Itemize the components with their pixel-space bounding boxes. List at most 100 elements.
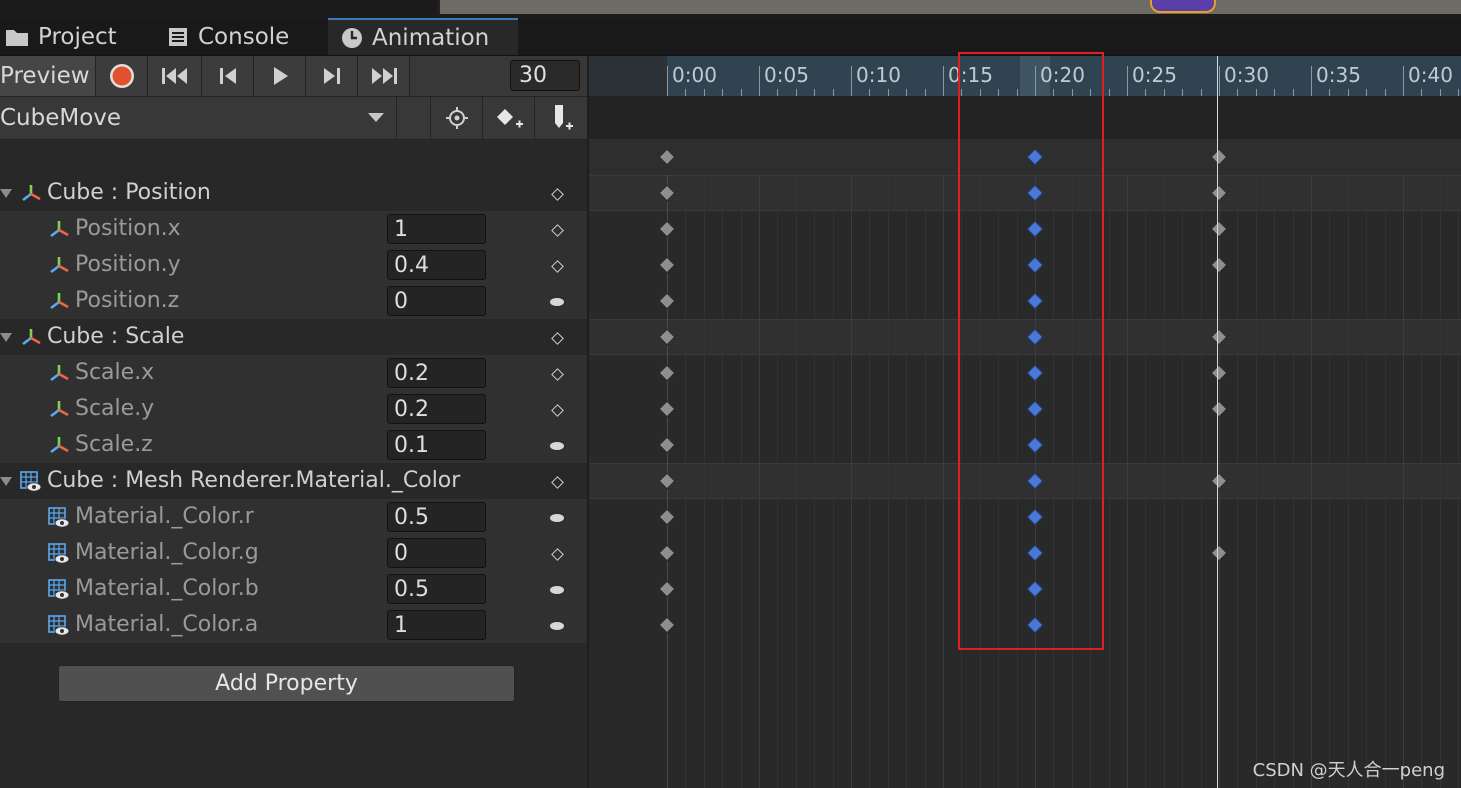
property-value-field[interactable]: 0.4 <box>387 250 486 280</box>
property-row[interactable]: Scale.z 0.1 <box>0 427 588 463</box>
key-toggle-empty-icon[interactable] <box>548 581 566 599</box>
property-row[interactable]: Position.z 0 <box>0 283 588 319</box>
transform-icon <box>48 291 70 313</box>
property-group-row[interactable]: Cube : Scale <box>0 319 588 355</box>
key-toggle-icon[interactable] <box>548 329 566 347</box>
oval-icon <box>550 298 564 306</box>
grid-line <box>1274 175 1275 788</box>
ruler-tick <box>943 66 944 96</box>
grid-line <box>1237 175 1238 788</box>
property-value-field[interactable]: 0 <box>387 286 486 316</box>
ruler-tick <box>1109 89 1110 96</box>
key-toggle-icon[interactable] <box>548 545 566 563</box>
tab-animation-label: Animation <box>372 24 490 51</box>
first-key-icon <box>161 68 187 84</box>
ruler-tick <box>851 66 852 96</box>
grid-line <box>1329 175 1330 788</box>
property-row[interactable]: Scale.y 0.2 <box>0 391 588 427</box>
grid-line <box>685 175 686 788</box>
property-value-field[interactable]: 0.5 <box>387 502 486 532</box>
tab-project[interactable]: Project <box>0 18 150 55</box>
key-toggle-icon[interactable] <box>548 257 566 275</box>
grid-line <box>1182 175 1183 788</box>
property-value-field[interactable]: 0.5 <box>387 574 486 604</box>
ruler-tick <box>741 89 742 96</box>
clip-spacer <box>396 97 430 139</box>
grid-line <box>1440 175 1441 788</box>
ruler-tick-label: 0:10 <box>856 63 901 87</box>
grid-line <box>1403 175 1404 788</box>
play-button[interactable] <box>254 56 306 96</box>
key-toggle-empty-icon[interactable] <box>548 617 566 635</box>
filter-by-selection-icon <box>445 107 468 129</box>
tab-project-label: Project <box>38 23 117 50</box>
property-row[interactable]: Material._Color.r 0.5 <box>0 499 588 535</box>
ruler-tick <box>833 89 834 96</box>
next-key-button[interactable] <box>306 56 358 96</box>
record-button[interactable] <box>96 56 148 96</box>
property-value-field[interactable]: 1 <box>387 610 486 640</box>
grid-line <box>851 175 852 788</box>
tab-console[interactable]: Console <box>162 18 322 55</box>
folder-icon <box>6 29 28 46</box>
add-keyframe-button[interactable] <box>482 97 534 139</box>
timeline-ruler-margin <box>589 56 667 96</box>
add-event-button[interactable] <box>534 97 588 139</box>
property-row[interactable]: Material._Color.a 1 <box>0 607 588 643</box>
grid-line <box>925 175 926 788</box>
filter-by-selection-button[interactable] <box>430 97 482 139</box>
first-key-button[interactable] <box>148 56 202 96</box>
grid-line <box>1348 175 1349 788</box>
key-toggle-icon[interactable] <box>548 221 566 239</box>
property-label: Position.y <box>75 252 181 277</box>
transform-icon <box>48 255 70 277</box>
property-row[interactable]: Material._Color.b 0.5 <box>0 571 588 607</box>
ruler-tick <box>906 89 907 96</box>
ruler-tick <box>1237 89 1238 96</box>
key-toggle-icon[interactable] <box>548 473 566 491</box>
property-row[interactable]: Scale.x 0.2 <box>0 355 588 391</box>
diamond-icon <box>550 223 564 237</box>
key-toggle-icon[interactable] <box>548 401 566 419</box>
oval-icon <box>550 622 564 630</box>
prev-key-button[interactable] <box>202 56 254 96</box>
key-toggle-empty-icon[interactable] <box>548 293 566 311</box>
last-key-button[interactable] <box>358 56 410 96</box>
oval-icon <box>550 514 564 522</box>
property-value-field[interactable]: 0.2 <box>387 358 486 388</box>
add-property-button[interactable]: Add Property <box>58 665 515 702</box>
key-toggle-empty-icon[interactable] <box>548 509 566 527</box>
property-value-field[interactable]: 1 <box>387 214 486 244</box>
grid-line <box>777 175 778 788</box>
property-row[interactable]: Material._Color.g 0 <box>0 535 588 571</box>
ruler-tick <box>1311 66 1312 96</box>
foldout-arrow-icon[interactable] <box>0 189 12 198</box>
property-label: Scale.z <box>75 432 153 457</box>
oval-icon <box>550 586 564 594</box>
key-toggle-empty-icon[interactable] <box>548 437 566 455</box>
property-group-row[interactable]: Cube : Position <box>0 175 588 211</box>
preview-button[interactable]: Preview <box>0 56 96 96</box>
key-toggle-icon[interactable] <box>548 185 566 203</box>
foldout-arrow-icon[interactable] <box>0 477 12 486</box>
property-value-field[interactable]: 0.1 <box>387 430 486 460</box>
clip-name: CubeMove <box>0 105 122 131</box>
frame-field[interactable]: 30 <box>510 60 580 91</box>
ruler-tick <box>685 89 686 96</box>
grid-line <box>833 175 834 788</box>
foldout-arrow-icon[interactable] <box>0 333 12 342</box>
property-value-field[interactable]: 0.2 <box>387 394 486 424</box>
property-value-field[interactable]: 0 <box>387 538 486 568</box>
add-keyframe-icon <box>496 109 523 128</box>
property-group-row[interactable]: Cube : Mesh Renderer.Material._Color <box>0 463 588 499</box>
property-row[interactable]: Position.x 1 <box>0 211 588 247</box>
key-toggle-icon[interactable] <box>548 365 566 383</box>
tab-animation[interactable]: Animation <box>328 18 518 55</box>
property-label: Material._Color.b <box>75 576 259 601</box>
property-row[interactable]: Position.y 0.4 <box>0 247 588 283</box>
console-icon <box>169 27 187 46</box>
grid-line <box>906 175 907 788</box>
clip-dropdown[interactable]: CubeMove <box>0 97 396 139</box>
add-event-icon <box>554 105 573 130</box>
current-time-line[interactable] <box>1217 56 1218 788</box>
